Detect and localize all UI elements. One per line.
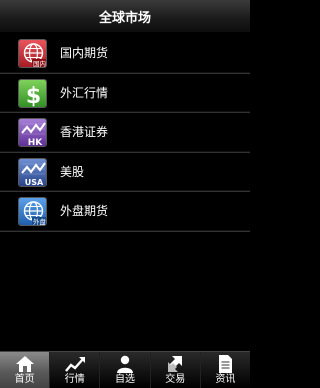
title-bar: 全球市场: [0, 0, 250, 33]
menu-item-label: 外汇行情: [60, 85, 109, 100]
menu-item-label: 国内期货: [60, 46, 109, 60]
tab-label: 行情: [64, 374, 85, 385]
tab-home[interactable]: 首页: [0, 352, 51, 388]
tab-label: 首页: [14, 374, 35, 385]
tab-watchlist[interactable]: 自选: [100, 352, 151, 388]
svg-text:国内: 国内: [33, 59, 46, 68]
tab-label: 资讯: [215, 374, 236, 385]
usa-chart-icon: USA: [18, 157, 47, 187]
menu-item-label: 香港证券: [60, 125, 109, 139]
menu-item-us-stocks[interactable]: USA 美股: [0, 153, 250, 192]
dollar-icon: $: [18, 78, 47, 108]
page-title: 全球市场: [98, 10, 151, 26]
globe-domestic-icon: 国内: [18, 39, 47, 68]
svg-text:$: $: [26, 84, 41, 108]
document-icon: [219, 355, 233, 373]
hk-chart-icon: HK: [18, 118, 47, 147]
svg-text:HK: HK: [28, 138, 44, 147]
menu-item-domestic-futures[interactable]: 国内 国内期货: [0, 34, 250, 74]
menu-item-label: 美股: [60, 164, 85, 179]
tab-trade[interactable]: 交易: [151, 352, 201, 388]
person-icon: [117, 355, 133, 373]
svg-text:外盘: 外盘: [33, 217, 47, 226]
home-icon: [15, 356, 34, 372]
menu-item-forex[interactable]: $ 外汇行情: [0, 74, 250, 113]
bottom-tab-bar: 首页 行情 自选 交易 资讯: [0, 351, 250, 388]
market-list: 国内 国内期货 $ 外汇行情 HK 香港证券 USA 美股 外盘 外盘期货: [0, 34, 250, 232]
tab-label: 交易: [165, 374, 186, 385]
tab-label: 自选: [115, 374, 135, 385]
svg-text:USA: USA: [25, 178, 44, 187]
menu-item-label: 外盘期货: [60, 204, 109, 218]
tab-news[interactable]: 资讯: [201, 352, 250, 388]
trend-chart-icon: [64, 357, 85, 372]
menu-item-foreign-futures[interactable]: 外盘 外盘期货: [0, 192, 250, 232]
exchange-arrows-icon: [168, 356, 183, 372]
tab-quotes[interactable]: 行情: [50, 352, 101, 388]
globe-foreign-icon: 外盘: [18, 197, 47, 226]
menu-item-hk-securities[interactable]: HK 香港证券: [0, 113, 250, 153]
